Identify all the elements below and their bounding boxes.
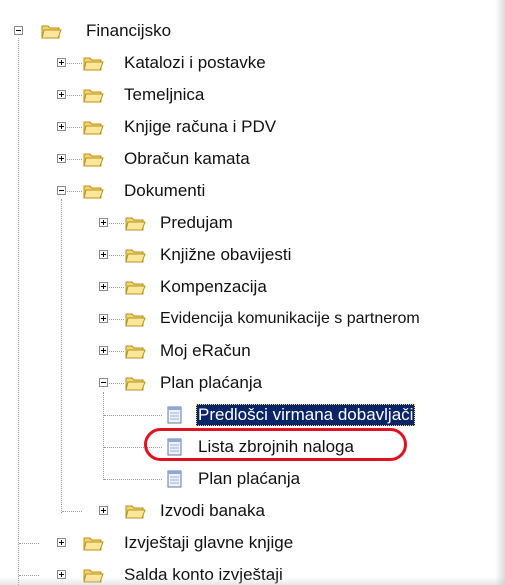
tree-node-label: Financijsko xyxy=(86,21,172,40)
expand-toggle-icon[interactable] xyxy=(99,282,108,291)
folder-icon xyxy=(83,537,104,551)
expand-toggle-icon[interactable] xyxy=(57,58,66,67)
folder-open-icon xyxy=(41,25,62,39)
tree-node-label: Plan plaćanja xyxy=(160,373,263,392)
folder-icon xyxy=(125,345,146,359)
folder-open-icon xyxy=(125,377,146,391)
expand-toggle-icon[interactable] xyxy=(57,122,66,131)
expand-toggle-icon[interactable] xyxy=(57,154,66,163)
tree-node-label: Izvještaji glavne knjige xyxy=(124,533,294,552)
folder-icon xyxy=(83,121,104,135)
folder-icon xyxy=(125,313,146,327)
collapse-toggle-icon[interactable] xyxy=(14,26,23,35)
tree-node-label: Salda konto izvještaji xyxy=(124,565,283,584)
tree-node-label: Temeljnica xyxy=(124,85,205,104)
tree-node-label: Obračun kamata xyxy=(124,149,250,168)
folder-open-icon xyxy=(83,185,104,199)
expand-toggle-icon[interactable] xyxy=(57,90,66,99)
collapse-toggle-icon[interactable] xyxy=(57,186,66,195)
tree-node-label: Knjižne obavijesti xyxy=(160,245,292,264)
expand-toggle-icon[interactable] xyxy=(57,538,66,547)
folder-icon xyxy=(83,89,104,103)
tree-node-label: Predujam xyxy=(160,213,233,232)
folder-icon xyxy=(83,569,104,583)
folder-icon xyxy=(125,505,146,519)
folder-icon xyxy=(83,57,104,71)
expand-toggle-icon[interactable] xyxy=(57,570,66,579)
folder-icon xyxy=(125,217,146,231)
tree-node-label: Knjige računa i PDV xyxy=(124,117,277,136)
tree-node-label: Plan plaćanja xyxy=(198,469,301,488)
tree-node-label: Kompenzacija xyxy=(160,277,267,296)
document-icon xyxy=(167,406,182,424)
document-icon xyxy=(167,470,182,488)
expand-toggle-icon[interactable] xyxy=(99,346,108,355)
document-icon xyxy=(167,438,182,456)
folder-icon xyxy=(125,249,146,263)
expand-toggle-icon[interactable] xyxy=(99,314,108,323)
tree-node-label: Katalozi i postavke xyxy=(124,53,266,72)
tree-view[interactable]: Financijsko Katalozi i postavke Temeljni… xyxy=(0,0,505,585)
expand-toggle-icon[interactable] xyxy=(99,506,108,515)
folder-icon xyxy=(83,153,104,167)
tree-node-label: Lista zbrojnih naloga xyxy=(198,437,354,456)
folder-icon xyxy=(125,281,146,295)
collapse-toggle-icon[interactable] xyxy=(99,378,108,387)
expand-toggle-icon[interactable] xyxy=(99,218,108,227)
tree-node-label: Evidencija komunikacije s partnerom xyxy=(160,310,420,327)
expand-toggle-icon[interactable] xyxy=(99,250,108,259)
tree-node-label: Dokumenti xyxy=(124,181,206,200)
tree-node-label: Izvodi banaka xyxy=(160,501,265,520)
panel-edge-shadow xyxy=(495,0,505,585)
tree-node-label: Predlošci virmana dobavljači xyxy=(196,404,416,426)
tree-node-label: Moj eRačun xyxy=(160,341,251,360)
